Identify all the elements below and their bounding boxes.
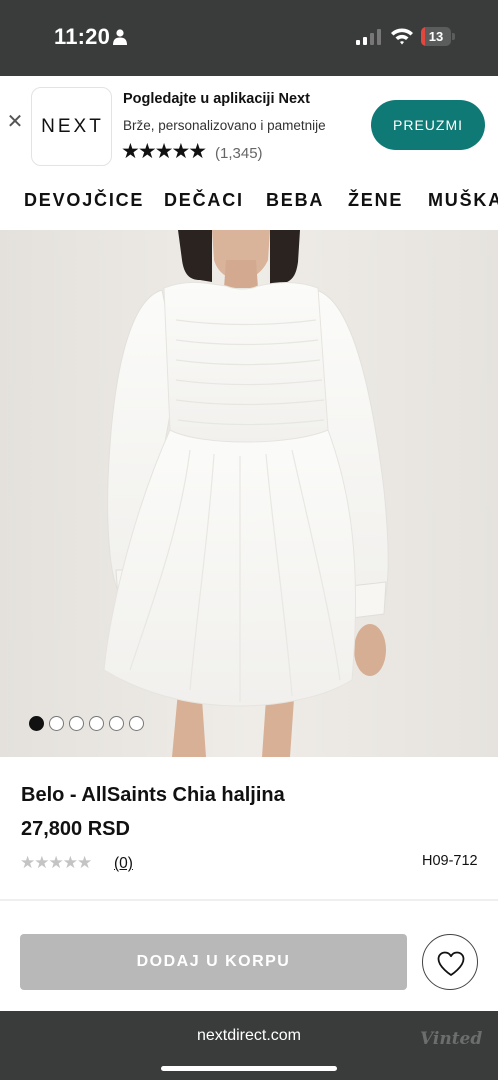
category-baby[interactable]: BEBA [266,190,324,211]
app-install-banner: ✕ NEXT Pogledajte u aplikaciji Next Brže… [0,76,498,174]
signal-icon [356,29,381,45]
banner-rating-count: (1,345) [215,145,263,162]
app-logo-text: NEXT [41,116,104,137]
install-app-button[interactable]: PREUZMI [371,100,485,150]
product-price: 27,800 RSD [21,818,130,840]
home-indicator [161,1066,337,1071]
status-bar: 11:20 13 [0,0,498,76]
watermark: Vinted [420,1029,483,1049]
status-time: 11:20 [54,24,111,49]
carousel-dot-4[interactable] [89,716,104,731]
product-code: H09-712 [422,853,478,869]
carousel-dot-1[interactable] [29,716,44,731]
banner-title: Pogledajte u aplikaciji Next [123,91,310,107]
person-icon [113,29,127,45]
carousel-dot-3[interactable] [69,716,84,731]
category-boys[interactable]: DEČACI [164,190,244,211]
category-nav: DEVOJČICE DEČACI BEBA ŽENE MUŠKARCI [0,174,498,230]
product-image[interactable] [0,230,498,757]
carousel-dot-5[interactable] [109,716,124,731]
category-girls[interactable]: DEVOJČICE [24,190,144,211]
category-men[interactable]: MUŠKARCI [428,190,498,211]
white-dress-photo [0,230,498,757]
banner-subtitle: Brže, personalizovano i pametnije [123,118,326,133]
battery-icon: 13 [421,27,455,46]
add-to-bag-button[interactable]: DODAJ U KORPU [20,934,407,990]
product-title: Belo - AllSaints Chia haljina [21,784,285,806]
product-rating-stars: ★★★★★ [20,853,92,872]
carousel-dot-2[interactable] [49,716,64,731]
banner-rating-stars: ★★★★★ [121,140,207,163]
category-women[interactable]: ŽENE [348,190,403,211]
favourite-button[interactable] [422,934,478,990]
browser-bar: nextdirect.com Vinted [0,1011,498,1080]
app-logo: NEXT [31,87,112,166]
divider [0,899,498,901]
review-count-link[interactable]: (0) [114,855,133,873]
close-icon[interactable]: ✕ [6,111,24,133]
battery-level: 13 [428,29,444,44]
heart-icon [437,951,465,976]
wifi-icon [391,28,413,45]
carousel-dot-6[interactable] [129,716,144,731]
